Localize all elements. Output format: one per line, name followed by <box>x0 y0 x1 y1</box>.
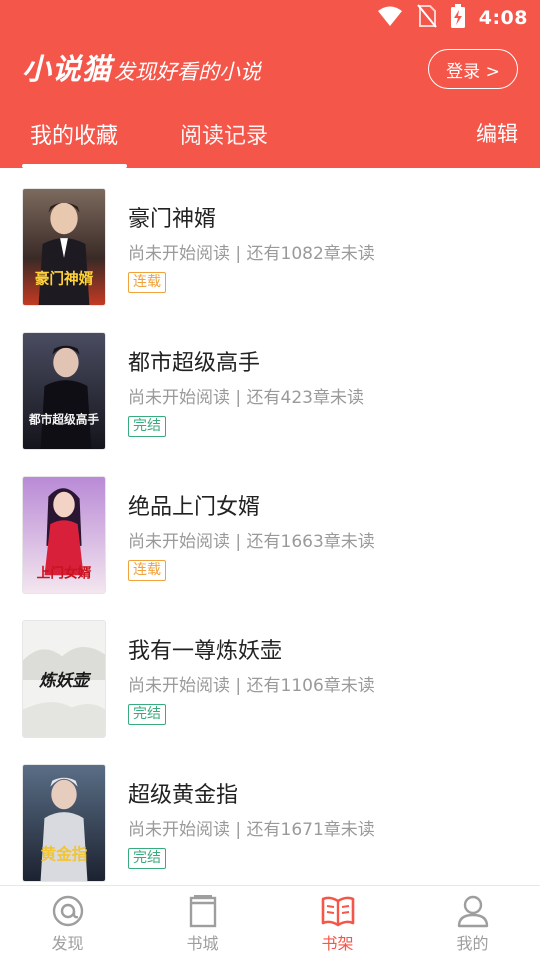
book-item[interactable]: 上门女婿 绝品上门女婿 尚未开始阅读 | 还有1663章未读 连载 <box>0 456 540 600</box>
status-badge: 完结 <box>128 416 166 437</box>
app-header: 4:08 小说猫 发现好看的小说 登录 > 我的收藏 阅读记录 编辑 <box>0 0 540 168</box>
book-closed-icon <box>185 894 221 928</box>
book-progress: 尚未开始阅读 | 还有1106章未读 <box>128 676 375 696</box>
book-cover[interactable]: 黄金指 <box>22 764 106 882</box>
edit-button[interactable]: 编辑 <box>476 118 518 148</box>
brand-slogan: 发现好看的小说 <box>114 60 262 84</box>
brand: 小说猫 发现好看的小说 <box>22 46 261 86</box>
cover-title: 黄金指 <box>41 844 88 863</box>
tab-bar: 我的收藏 阅读记录 编辑 <box>0 108 540 168</box>
cover-title: 豪门神婿 <box>35 269 94 287</box>
nav-label: 发现 <box>51 934 84 953</box>
nav-label: 书架 <box>321 934 354 953</box>
status-bar: 4:08 <box>0 0 540 36</box>
book-list[interactable]: 豪门神婿 豪门神婿 尚未开始阅读 | 还有1082章未读 连载 都市超级高手 都… <box>0 168 540 885</box>
nav-label: 书城 <box>186 934 219 953</box>
book-cover[interactable]: 上门女婿 <box>22 476 106 594</box>
nav-bookstore[interactable]: 书城 <box>135 886 270 960</box>
tab-favorites[interactable]: 我的收藏 <box>30 118 118 150</box>
cover-title: 都市超级高手 <box>28 412 99 426</box>
book-cover[interactable]: 都市超级高手 <box>22 332 106 450</box>
book-progress: 尚未开始阅读 | 还有423章未读 <box>128 388 364 408</box>
book-progress: 尚未开始阅读 | 还有1671章未读 <box>128 820 375 840</box>
book-title: 绝品上门女婿 <box>128 495 261 520</box>
cover-title: 炼妖壶 <box>38 671 92 690</box>
cover-title: 上门女婿 <box>37 564 92 581</box>
no-sim-icon <box>416 4 437 32</box>
nav-label: 我的 <box>456 934 489 953</box>
status-badge: 连载 <box>128 272 166 293</box>
wifi-icon <box>377 5 403 31</box>
book-title: 超级黄金指 <box>128 783 239 808</box>
book-progress: 尚未开始阅读 | 还有1663章未读 <box>128 532 375 552</box>
book-title: 都市超级高手 <box>128 351 261 376</box>
book-title: 豪门神婿 <box>128 207 217 232</box>
book-item[interactable]: 豪门神婿 豪门神婿 尚未开始阅读 | 还有1082章未读 连载 <box>0 168 540 312</box>
nav-mine[interactable]: 我的 <box>405 886 540 960</box>
book-cover[interactable]: 炼妖壶 <box>22 620 106 738</box>
book-title: 我有一尊炼妖壶 <box>128 639 283 664</box>
book-item[interactable]: 都市超级高手 都市超级高手 尚未开始阅读 | 还有423章未读 完结 <box>0 312 540 456</box>
status-badge: 完结 <box>128 848 166 869</box>
book-item[interactable]: 炼妖壶 我有一尊炼妖壶 尚未开始阅读 | 还有1106章未读 完结 <box>0 600 540 744</box>
person-icon <box>455 894 491 928</box>
book-item[interactable]: 黄金指 超级黄金指 尚未开始阅读 | 还有1671章未读 完结 <box>0 744 540 885</box>
brand-name: 小说猫 <box>22 52 113 86</box>
tab-reading-history[interactable]: 阅读记录 <box>180 118 268 150</box>
status-badge: 连载 <box>128 560 166 581</box>
status-time: 4:08 <box>478 7 528 29</box>
at-icon <box>50 894 86 928</box>
book-open-icon <box>320 894 356 928</box>
battery-charging-icon <box>450 4 465 32</box>
nav-bookshelf[interactable]: 书架 <box>270 886 405 960</box>
nav-discover[interactable]: 发现 <box>0 886 135 960</box>
login-button[interactable]: 登录 > <box>428 49 518 89</box>
book-cover[interactable]: 豪门神婿 <box>22 188 106 306</box>
status-badge: 完结 <box>128 704 166 725</box>
bottom-nav: 发现 书城 书架 我的 <box>0 885 540 960</box>
book-progress: 尚未开始阅读 | 还有1082章未读 <box>128 244 375 264</box>
